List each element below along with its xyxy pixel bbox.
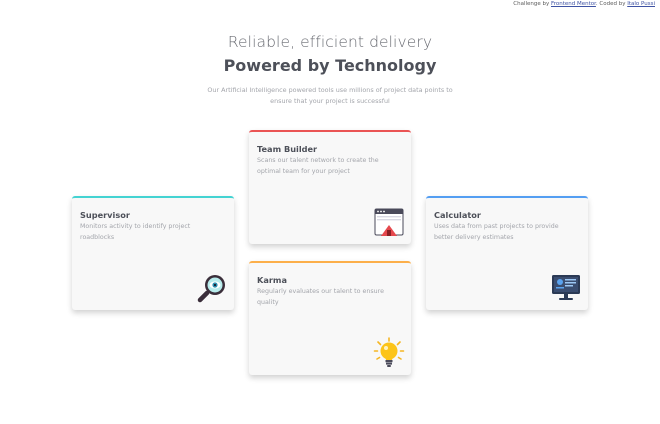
magnifier-eye-icon <box>197 275 225 303</box>
page-title: Powered by Technology <box>223 56 437 75</box>
card-title: Calculator <box>434 210 481 220</box>
card-calculator: Calculator Uses data from past projects … <box>426 196 588 310</box>
card-description: Regularly evaluates our talent to ensure… <box>257 288 384 306</box>
author-link[interactable]: Italo Pussi <box>627 1 655 7</box>
page-header: Reliable, efficient delivery Powered by … <box>0 32 660 106</box>
page-subtitle: Reliable, efficient delivery <box>227 33 433 51</box>
card-description: Monitors activity to identify project ro… <box>80 223 191 241</box>
card-karma: Karma Regularly evaluates our talent to … <box>249 261 411 375</box>
team-builder-icon <box>374 208 404 236</box>
card-supervisor: Supervisor Monitors activity to identify… <box>72 196 234 310</box>
card-description: Scans our talent network to create the o… <box>257 157 379 175</box>
intro-text: Our Artificial Intelligence powered tool… <box>207 86 453 105</box>
attribution-middle: . Coded by <box>595 1 626 7</box>
card-description: Uses data from past projects to provide … <box>434 223 559 241</box>
card-title: Team Builder <box>257 144 318 154</box>
card-title: Supervisor <box>80 210 130 220</box>
card-team-builder: Team Builder Scans our talent network to… <box>249 130 411 244</box>
computer-monitor-icon <box>552 275 580 300</box>
lightbulb-icon <box>373 337 405 367</box>
attribution: Challenge by Frontend Mentor. Coded by I… <box>513 0 655 8</box>
frontend-mentor-link[interactable]: Frontend Mentor <box>551 1 596 7</box>
card-title: Karma <box>257 275 287 285</box>
attribution-prefix: Challenge by <box>513 1 550 7</box>
